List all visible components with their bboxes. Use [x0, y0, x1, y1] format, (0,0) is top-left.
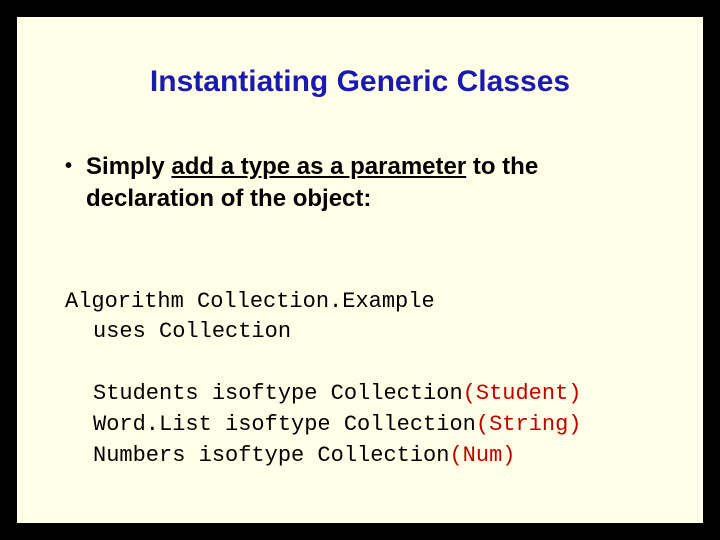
- code-line-5-param: (Num): [449, 443, 515, 468]
- slide-outer: Instantiating Generic Classes • Simply a…: [0, 0, 720, 540]
- code-line-1: Algorithm Collection.Example: [65, 289, 435, 314]
- code-line-4-param: (String): [476, 412, 582, 437]
- code-line-4: Word.List isoftype Collection(String): [65, 410, 582, 441]
- code-line-3: Students isoftype Collection(Student): [65, 379, 582, 410]
- bullet-underlined: add a type as a parameter: [171, 153, 466, 180]
- code-line-5-pre: Numbers isoftype Collection: [93, 443, 449, 468]
- code-line-3-pre: Students isoftype Collection: [93, 381, 463, 406]
- slide-inner: Instantiating Generic Classes • Simply a…: [14, 14, 706, 526]
- code-line-3-param: (Student): [463, 381, 582, 406]
- code-line-4-pre: Word.List isoftype Collection: [93, 412, 476, 437]
- code-line-5: Numbers isoftype Collection(Num): [65, 441, 515, 472]
- code-block: Algorithm Collection.Example uses Collec…: [65, 256, 663, 502]
- bullet-text: Simply add a type as a parameter to the …: [86, 151, 663, 216]
- bullet-item: • Simply add a type as a parameter to th…: [65, 151, 663, 216]
- code-line-2: uses Collection: [65, 317, 291, 348]
- bullet-dot-icon: •: [65, 153, 72, 180]
- bullet-pre: Simply: [86, 153, 171, 180]
- slide-title: Instantiating Generic Classes: [57, 65, 663, 99]
